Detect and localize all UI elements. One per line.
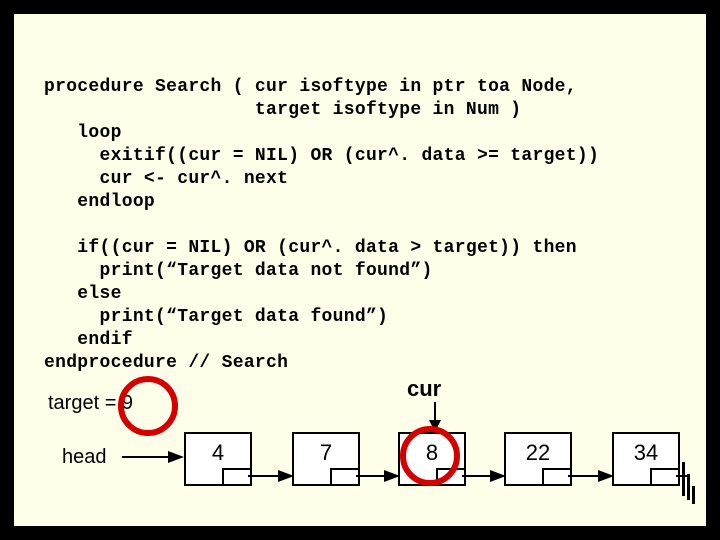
node-value: 22 <box>506 440 570 466</box>
head-label: head <box>62 446 107 469</box>
node-next-box <box>650 468 678 484</box>
node-value: 7 <box>294 440 358 466</box>
cur-label: cur <box>407 376 441 402</box>
list-node: 7 <box>292 432 360 486</box>
list-node: 34 <box>612 432 680 486</box>
cur-highlight-circle <box>400 426 460 486</box>
target-highlight-circle <box>118 376 178 436</box>
pseudocode-block: procedure Search ( cur isoftype in ptr t… <box>44 76 684 375</box>
link-arrow-icon <box>568 468 614 488</box>
head-arrow-icon <box>122 447 184 467</box>
list-node: 22 <box>504 432 572 486</box>
node-next-box <box>222 468 250 484</box>
link-arrow-icon <box>248 468 294 488</box>
link-arrow-icon <box>462 468 506 488</box>
node-next-box <box>330 468 358 484</box>
list-node: 4 <box>184 432 252 486</box>
node-value: 34 <box>614 440 678 466</box>
node-next-box <box>542 468 570 484</box>
nil-terminator-icon <box>680 462 695 501</box>
node-value: 4 <box>186 440 250 466</box>
link-arrow-icon <box>356 468 400 488</box>
